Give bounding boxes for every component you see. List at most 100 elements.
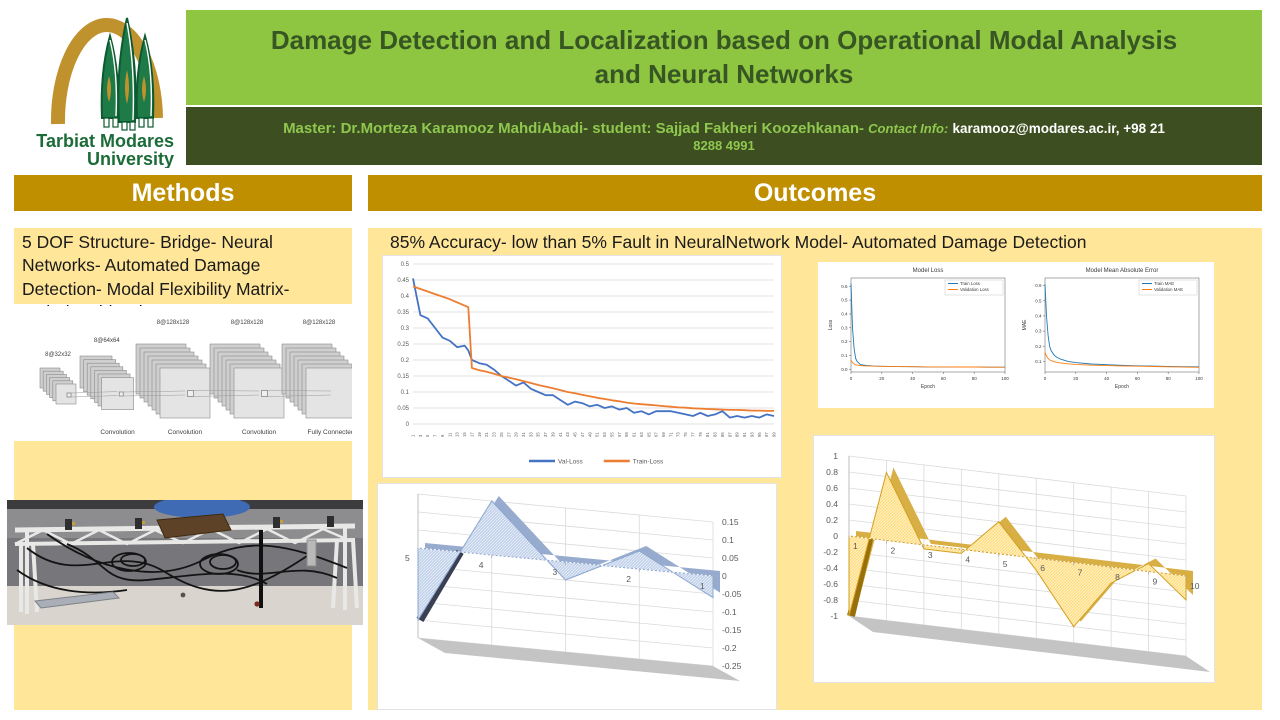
svg-text:0: 0 — [850, 376, 853, 381]
svg-text:5: 5 — [405, 553, 410, 563]
research-poster: Tarbiat Modares University Damage Detect… — [0, 0, 1280, 720]
svg-text:0.5: 0.5 — [401, 262, 410, 268]
svg-text:71: 71 — [668, 432, 673, 437]
svg-text:60: 60 — [941, 376, 947, 381]
svg-text:47: 47 — [580, 432, 585, 437]
logo-text-line2: University — [87, 149, 174, 168]
svg-text:3: 3 — [553, 567, 558, 577]
value-axis-labels: 0.150.10.050-0.05-0.1-0.15-0.2-0.25 — [722, 517, 742, 671]
svg-text:Val-Loss: Val-Loss — [558, 459, 584, 466]
svg-text:0.3: 0.3 — [1035, 329, 1042, 334]
svg-text:0.25: 0.25 — [397, 342, 409, 348]
svg-text:89: 89 — [735, 432, 740, 437]
svg-text:Fully Connected: Fully Connected — [308, 429, 352, 436]
university-logo: Tarbiat Modares University — [24, 6, 186, 168]
series-Validation Loss — [851, 360, 1005, 367]
svg-text:Model Loss: Model Loss — [913, 268, 944, 274]
series-Train Loss — [851, 284, 1005, 368]
outcomes-section-header: Outcomes — [368, 175, 1262, 211]
svg-text:5: 5 — [425, 434, 430, 437]
cnn-stack-0 — [40, 368, 76, 404]
svg-text:37: 37 — [543, 432, 548, 437]
svg-text:1: 1 — [853, 541, 858, 551]
svg-text:0.15: 0.15 — [722, 517, 739, 527]
chart-floor — [849, 616, 1210, 672]
svg-text:0.4: 0.4 — [1035, 314, 1042, 319]
svg-text:53: 53 — [602, 432, 607, 437]
svg-text:80: 80 — [972, 376, 978, 381]
svg-text:0.1: 0.1 — [841, 353, 848, 358]
svg-text:Epoch: Epoch — [921, 384, 935, 390]
svg-text:35: 35 — [536, 432, 541, 437]
area-back-face — [425, 496, 720, 615]
svg-text:29: 29 — [514, 432, 519, 437]
svg-text:Convolution: Convolution — [242, 429, 277, 436]
flexibility-3d-chart-blue: 543210.150.10.050-0.05-0.1-0.15-0.2-0.25 — [377, 483, 777, 710]
svg-text:40: 40 — [1104, 376, 1110, 381]
svg-text:-0.6: -0.6 — [823, 579, 838, 589]
svg-text:60: 60 — [1135, 376, 1141, 381]
contact-phone: 8288 4991 — [693, 138, 754, 153]
svg-text:11: 11 — [447, 432, 452, 437]
svg-text:-0.25: -0.25 — [722, 661, 742, 671]
svg-text:-0.4: -0.4 — [823, 563, 838, 573]
svg-text:0.1: 0.1 — [401, 390, 410, 396]
svg-text:0: 0 — [833, 531, 838, 541]
svg-text:51: 51 — [595, 432, 600, 437]
svg-text:85: 85 — [720, 432, 725, 437]
svg-text:4: 4 — [965, 554, 970, 564]
svg-text:20: 20 — [1073, 376, 1079, 381]
svg-text:8: 8 — [1115, 572, 1120, 582]
svg-text:0: 0 — [722, 571, 727, 581]
cnn-stack-4 — [282, 344, 352, 418]
svg-text:10: 10 — [1190, 581, 1200, 591]
svg-text:0.15: 0.15 — [397, 374, 409, 380]
svg-text:23: 23 — [492, 432, 497, 437]
chart-floor — [418, 638, 740, 681]
svg-text:0.1: 0.1 — [722, 535, 734, 545]
svg-text:57: 57 — [617, 432, 622, 437]
svg-text:6: 6 — [1040, 563, 1045, 573]
svg-text:25: 25 — [499, 432, 504, 437]
svg-text:3: 3 — [928, 550, 933, 560]
svg-text:100: 100 — [1195, 376, 1203, 381]
svg-text:100: 100 — [1001, 376, 1009, 381]
svg-text:Validation Loss: Validation Loss — [960, 287, 989, 292]
methods-summary-text: 5 DOF Structure- Bridge- Neural Networks… — [14, 228, 352, 304]
svg-text:69: 69 — [661, 432, 666, 437]
svg-text:Epoch: Epoch — [1115, 384, 1129, 390]
svg-text:8@64x64: 8@64x64 — [94, 338, 120, 344]
svg-text:80: 80 — [1166, 376, 1172, 381]
svg-text:0.1: 0.1 — [1035, 359, 1042, 364]
svg-text:0.45: 0.45 — [397, 278, 409, 284]
svg-text:Loss: Loss — [828, 319, 834, 330]
svg-text:19: 19 — [477, 432, 482, 437]
svg-text:7: 7 — [1078, 568, 1083, 578]
svg-text:91: 91 — [742, 432, 747, 437]
svg-text:0: 0 — [1044, 376, 1047, 381]
authors-line: Master: Dr.Morteza Karamooz MahdiAbadi- … — [283, 120, 1165, 137]
svg-text:0.2: 0.2 — [1035, 344, 1042, 349]
x-tick-labels: 1357911131517192123252729313335373941434… — [411, 432, 777, 437]
svg-text:3: 3 — [418, 434, 423, 437]
svg-text:0: 0 — [406, 422, 410, 428]
svg-text:0.2: 0.2 — [826, 515, 838, 525]
svg-text:Model Mean Absolute Error: Model Mean Absolute Error — [1086, 268, 1159, 274]
authors-names: Master: Dr.Morteza Karamooz MahdiAbadi- … — [283, 120, 864, 137]
svg-text:79: 79 — [698, 432, 703, 437]
svg-text:43: 43 — [565, 432, 570, 437]
svg-text:0.4: 0.4 — [841, 312, 848, 317]
svg-text:33: 33 — [528, 432, 533, 437]
cnn-stack-1 — [80, 356, 134, 410]
svg-text:97: 97 — [764, 432, 769, 437]
svg-text:17: 17 — [469, 432, 474, 437]
svg-text:67: 67 — [654, 432, 659, 437]
svg-text:Train Loss: Train Loss — [960, 281, 980, 286]
svg-text:41: 41 — [558, 432, 563, 437]
svg-text:4: 4 — [479, 560, 484, 570]
metal-cylinder — [307, 540, 316, 566]
authors-bar: Master: Dr.Morteza Karamooz MahdiAbadi- … — [186, 107, 1262, 165]
svg-text:Validation MAE: Validation MAE — [1154, 287, 1183, 292]
outcomes-yellow-panel: 85% Accuracy- low than 5% Fault in Neura… — [368, 228, 1262, 710]
svg-text:0.3: 0.3 — [841, 325, 848, 330]
